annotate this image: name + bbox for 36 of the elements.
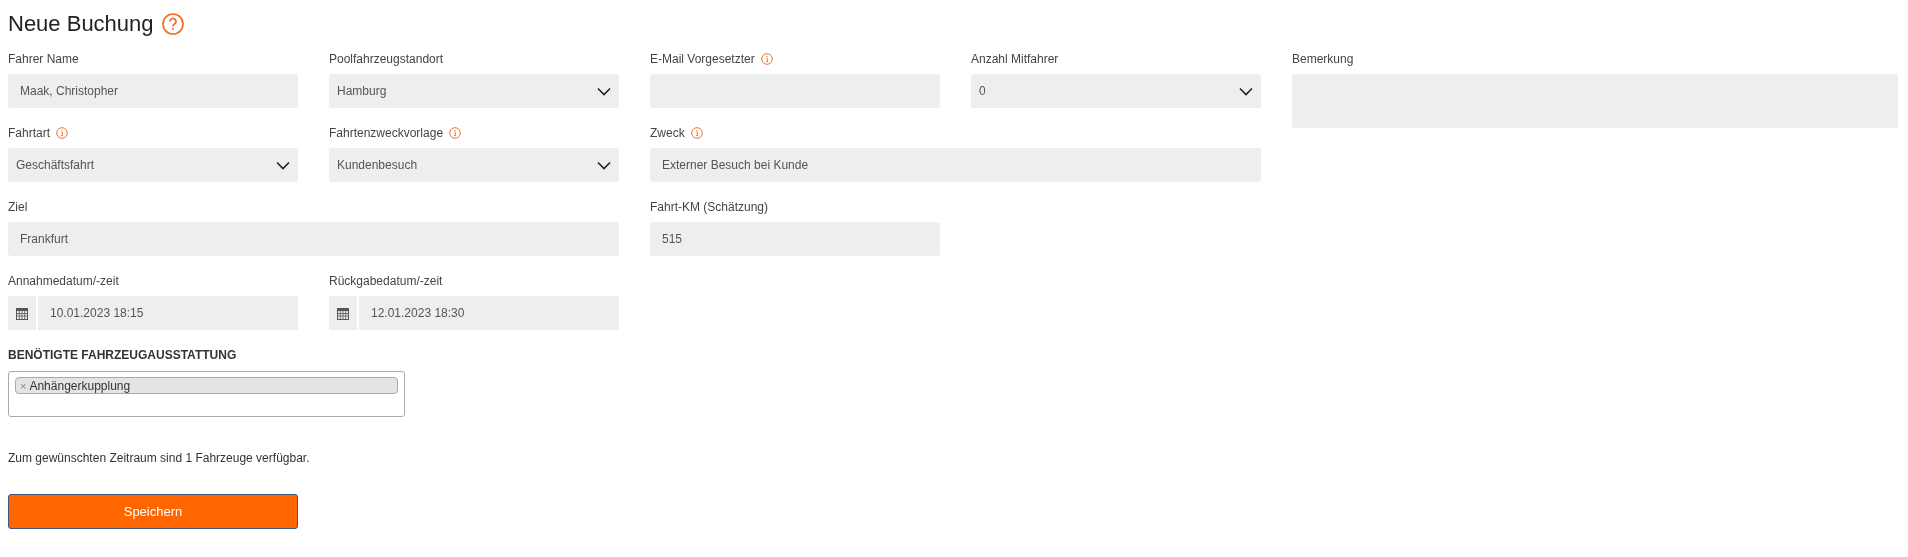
field-label: Fahrt-KM (Schätzung) bbox=[650, 200, 769, 214]
chevron-down-icon bbox=[1239, 86, 1253, 96]
field-label: Fahrtenzweckvorlage bbox=[329, 126, 444, 140]
select-field[interactable]: Kundenbesuch bbox=[329, 148, 619, 182]
info-icon[interactable] bbox=[760, 53, 773, 65]
info-icon[interactable] bbox=[690, 127, 703, 139]
info-icon[interactable] bbox=[449, 127, 462, 139]
select-field[interactable]: Geschäftsfahrt bbox=[8, 148, 298, 182]
section-heading: BENÖTIGTE FAHRZEUGAUSSTATTUNG bbox=[8, 348, 238, 362]
tag-input[interactable]: × Anhängerkupplung bbox=[8, 371, 405, 417]
field-label: Anzahl Mitfahrer bbox=[971, 52, 1059, 66]
field-label: Zweck bbox=[650, 126, 685, 140]
help-icon[interactable] bbox=[161, 13, 184, 35]
select-field[interactable]: Hamburg bbox=[329, 74, 619, 108]
info-icon[interactable] bbox=[56, 127, 68, 139]
field-label: Fahrer Name bbox=[8, 52, 79, 66]
tag-label: Anhängerkupplung bbox=[29, 378, 131, 393]
select-field[interactable]: 0 bbox=[971, 74, 1261, 108]
text-field[interactable]: 515 bbox=[650, 222, 940, 256]
field-label: Rückgabedatum/-zeit bbox=[329, 274, 443, 288]
field-label: Annahmedatum/-zeit bbox=[8, 274, 119, 288]
field-label: Bemerkung bbox=[1292, 52, 1354, 66]
text-field[interactable]: Maak, Christopher bbox=[8, 74, 298, 108]
field-label: Poolfahrzeugstandort bbox=[329, 52, 444, 66]
text-field[interactable]: Frankfurt bbox=[8, 222, 619, 256]
field-label: E-Mail Vorgesetzter bbox=[650, 52, 755, 66]
calendar-icon[interactable] bbox=[337, 306, 349, 320]
chevron-down-icon bbox=[276, 160, 290, 170]
page-title: Neue Buchung bbox=[8, 11, 154, 37]
calendar-icon[interactable] bbox=[16, 306, 28, 320]
field-label: Ziel bbox=[8, 200, 28, 214]
availability-message: Zum gewünschten Zeitraum sind 1 Fahrzeuge verfügbar. bbox=[8, 451, 311, 465]
chevron-down-icon bbox=[597, 86, 611, 96]
field-label: Fahrtart bbox=[8, 126, 50, 140]
chevron-down-icon bbox=[597, 160, 611, 170]
text-field[interactable]: Externer Besuch bei Kunde bbox=[650, 148, 1261, 182]
